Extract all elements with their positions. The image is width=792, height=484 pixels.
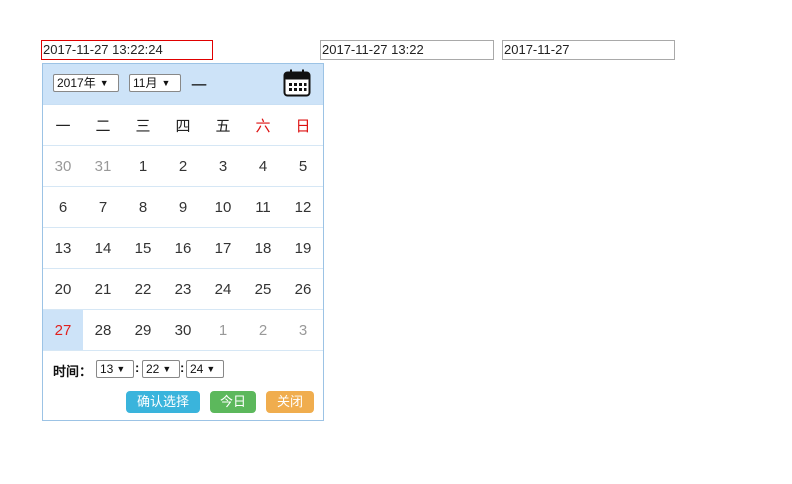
time-label: 时间： (53, 364, 93, 379)
confirm-button[interactable]: 确认选择 (126, 391, 200, 413)
day-cell[interactable]: 13 (43, 227, 83, 269)
weekday-header-row: 一二三四五六日 (43, 105, 323, 146)
week-row: 6 7 8 9 10 11 12 (43, 186, 323, 228)
day-cell[interactable]: 29 (123, 309, 163, 351)
day-cell[interactable]: 2 (163, 145, 203, 187)
chevron-down-icon: ▼ (99, 78, 109, 88)
day-cell[interactable]: 4 (243, 145, 283, 187)
day-cell[interactable]: 8 (123, 186, 163, 228)
weekday-label: 三 (123, 105, 163, 146)
day-cell[interactable]: 22 (123, 268, 163, 310)
day-cell-other-month[interactable]: 31 (83, 145, 123, 187)
time-colon: : (135, 360, 140, 375)
day-cell[interactable]: 3 (203, 145, 243, 187)
day-cell[interactable]: 18 (243, 227, 283, 269)
day-cell[interactable]: 5 (283, 145, 323, 187)
calendar-header: 2017年 ▼ 11月 ▼ 一 (43, 64, 323, 105)
year-select[interactable]: 2017年 ▼ (53, 74, 119, 92)
day-cell[interactable]: 12 (283, 186, 323, 228)
day-cell[interactable]: 11 (243, 186, 283, 228)
today-button[interactable]: 今日 (210, 391, 256, 413)
minute-select[interactable]: 22 ▼ (142, 360, 180, 378)
hour-value: 13 (100, 362, 114, 376)
day-cell[interactable]: 25 (243, 268, 283, 310)
month-select[interactable]: 11月 ▼ (129, 74, 181, 92)
day-cell[interactable]: 10 (203, 186, 243, 228)
minute-value: 22 (146, 362, 160, 376)
day-cell[interactable]: 21 (83, 268, 123, 310)
day-cell[interactable]: 9 (163, 186, 203, 228)
second-value: 24 (190, 362, 204, 376)
week-row: 20 21 22 23 24 25 26 (43, 268, 323, 310)
datetime-minute-input[interactable]: 2017-11-27 13:22 (320, 40, 494, 60)
chevron-down-icon: ▼ (206, 364, 216, 374)
datetime-input[interactable]: 2017-11-27 13:22:24 (41, 40, 213, 60)
second-select[interactable]: 24 ▼ (186, 360, 224, 378)
day-cell[interactable]: 30 (163, 309, 203, 351)
day-cell-today[interactable]: 27 (43, 309, 83, 351)
weekday-label: 四 (163, 105, 203, 146)
day-cell[interactable]: 7 (83, 186, 123, 228)
week-row: 27 28 29 30 1 2 3 (43, 309, 323, 351)
calendar-grid: 一二三四五六日 30 31 1 2 3 4 5 6 7 8 9 10 11 12 13 14 15 16 17 18 19… (43, 105, 323, 351)
day-cell[interactable]: 6 (43, 186, 83, 228)
chevron-down-icon: ▼ (162, 364, 172, 374)
hour-select[interactable]: 13 ▼ (96, 360, 134, 378)
calendar-icon[interactable] (283, 69, 311, 97)
day-cell-other-month[interactable]: 2 (243, 309, 283, 351)
day-cell[interactable]: 28 (83, 309, 123, 351)
week-row: 13 14 15 16 17 18 19 (43, 227, 323, 269)
day-cell[interactable]: 20 (43, 268, 83, 310)
day-cell[interactable]: 19 (283, 227, 323, 269)
header-separator: 一 (191, 78, 208, 95)
close-button[interactable]: 关闭 (266, 391, 314, 413)
day-cell[interactable]: 23 (163, 268, 203, 310)
time-colon: : (180, 360, 185, 375)
chevron-down-icon: ▼ (116, 364, 126, 374)
weekday-label: 日 (283, 105, 323, 146)
year-select-value: 2017年 (57, 76, 96, 90)
weekday-label: 二 (83, 105, 123, 146)
day-cell-other-month[interactable]: 1 (203, 309, 243, 351)
week-row: 30 31 1 2 3 4 5 (43, 145, 323, 187)
date-input[interactable]: 2017-11-27 (502, 40, 675, 60)
day-cell[interactable]: 15 (123, 227, 163, 269)
chevron-down-icon: ▼ (161, 78, 171, 88)
weekday-label: 一 (43, 105, 83, 146)
day-cell[interactable]: 14 (83, 227, 123, 269)
day-cell-other-month[interactable]: 30 (43, 145, 83, 187)
month-select-value: 11月 (133, 76, 158, 90)
day-cell[interactable]: 17 (203, 227, 243, 269)
day-cell[interactable]: 16 (163, 227, 203, 269)
day-cell[interactable]: 26 (283, 268, 323, 310)
weekday-label: 五 (203, 105, 243, 146)
date-picker-popup: 2017年 ▼ 11月 ▼ 一 一二三四五六日 30 31 1 2 3 4 5 6 7 8 9 10 11 12… (42, 63, 324, 421)
day-cell-other-month[interactable]: 3 (283, 309, 323, 351)
weekday-label: 六 (243, 105, 283, 146)
day-cell[interactable]: 1 (123, 145, 163, 187)
day-cell[interactable]: 24 (203, 268, 243, 310)
